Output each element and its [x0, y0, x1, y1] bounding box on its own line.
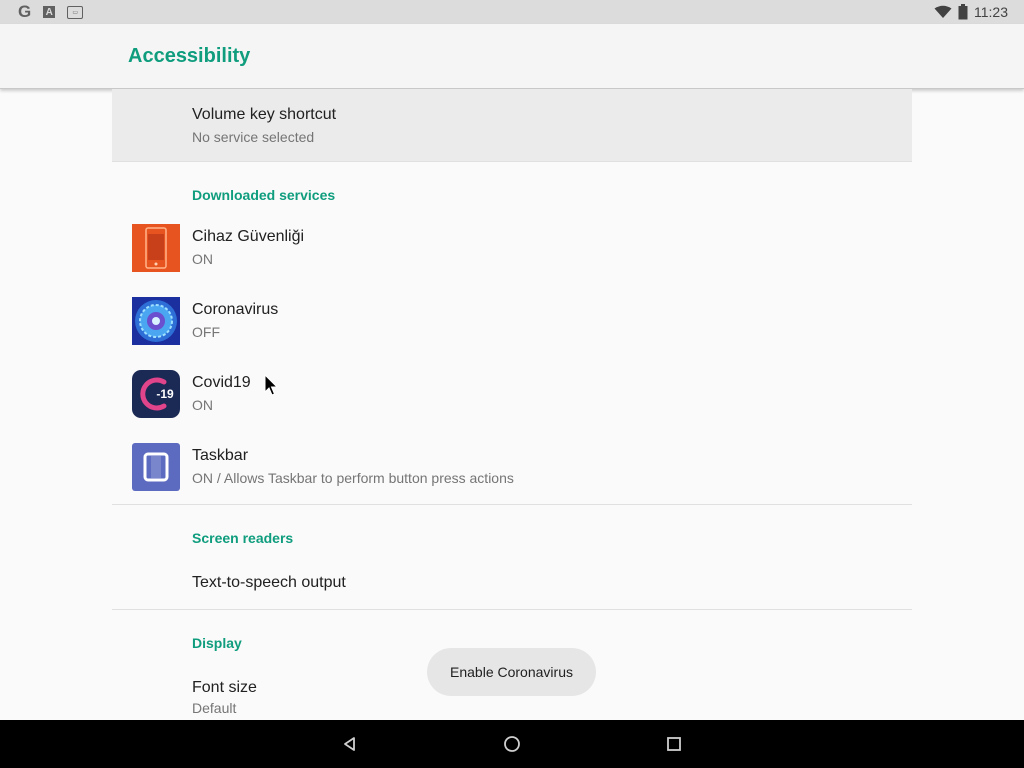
mouse-cursor-icon	[264, 374, 279, 396]
back-triangle-icon	[344, 737, 355, 751]
navigation-bar	[0, 720, 1024, 768]
downloaded-services-header: Downloaded services	[192, 187, 336, 203]
service-title: Cihaz Güvenliği	[192, 228, 305, 245]
back-button[interactable]	[338, 732, 362, 756]
app-toolbar: Accessibility	[0, 24, 1024, 89]
display-header: Display	[192, 635, 242, 651]
volume-key-shortcut-title: Volume key shortcut	[192, 106, 337, 123]
service-item-covid19[interactable]: -19 Covid19 ON	[112, 357, 912, 430]
home-button[interactable]	[500, 732, 524, 756]
battery-icon	[958, 4, 968, 20]
font-a-icon: A	[43, 6, 56, 18]
service-title: Covid19	[192, 374, 251, 391]
covid19-icon-text: -19	[156, 387, 174, 401]
wifi-icon	[934, 5, 952, 18]
coronavirus-app-icon	[132, 297, 180, 345]
toast-message: Enable Coronavirus	[427, 648, 596, 696]
service-status: ON	[192, 397, 213, 413]
recents-square-icon	[667, 737, 681, 751]
service-item-coronavirus[interactable]: Coronavirus OFF	[112, 284, 912, 357]
cihaz-guvenligi-app-icon	[132, 224, 180, 272]
home-circle-icon	[504, 736, 520, 752]
divider	[112, 161, 912, 162]
service-item-cihaz-guvenligi[interactable]: Cihaz Güvenliği ON	[112, 211, 912, 284]
captions-icon: ▭	[67, 5, 84, 19]
page-title: Accessibility	[128, 45, 251, 67]
divider	[112, 504, 912, 505]
text-to-speech-title: Text-to-speech output	[192, 574, 346, 591]
google-icon: G	[18, 2, 32, 21]
status-bar-system: 11:23	[934, 0, 1008, 24]
status-bar-notifications: G A ▭	[0, 2, 84, 22]
clock: 11:23	[974, 4, 1008, 20]
font-size-summary: Default	[192, 700, 237, 716]
text-to-speech-output-item[interactable]: Text-to-speech output	[112, 554, 912, 609]
service-item-taskbar[interactable]: Taskbar ON / Allows Taskbar to perform b…	[112, 430, 912, 503]
service-status: ON	[192, 251, 213, 267]
volume-key-shortcut-item[interactable]: Volume key shortcut No service selected	[112, 89, 912, 161]
covid19-app-icon: -19	[132, 370, 180, 418]
status-bar: G A ▭ 11:23	[0, 0, 1024, 24]
divider	[112, 609, 912, 610]
service-title: Taskbar	[192, 447, 249, 464]
font-size-title: Font size	[192, 679, 257, 696]
service-status: ON / Allows Taskbar to perform button pr…	[192, 470, 514, 486]
service-status: OFF	[192, 324, 220, 340]
screen-readers-header: Screen readers	[192, 530, 294, 546]
recents-button[interactable]	[662, 732, 686, 756]
volume-key-shortcut-summary: No service selected	[192, 129, 315, 145]
service-title: Coronavirus	[192, 301, 279, 318]
taskbar-app-icon	[132, 443, 180, 491]
